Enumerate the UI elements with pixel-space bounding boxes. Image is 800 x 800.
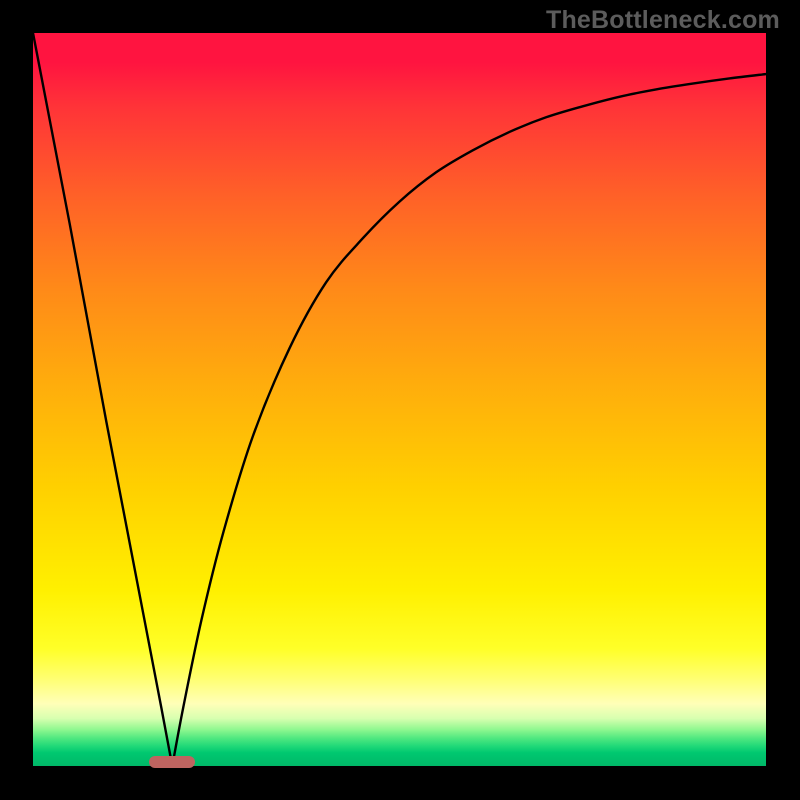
bottleneck-curve [33,33,766,766]
curve-layer [33,33,766,766]
watermark-text: TheBottleneck.com [546,6,780,35]
optimal-marker [149,756,195,768]
